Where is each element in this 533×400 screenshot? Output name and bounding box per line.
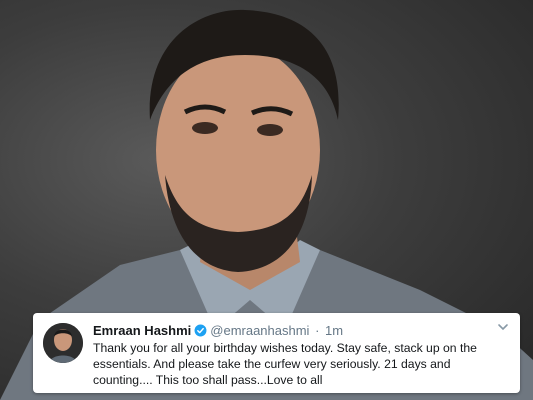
tweet-text: Thank you for all your birthday wishes t… [93, 341, 477, 387]
chevron-down-icon[interactable] [496, 321, 510, 335]
verified-badge-icon [194, 324, 207, 337]
tweet-header: Emraan Hashmi @emraanhashmi · 1m [93, 322, 513, 340]
avatar[interactable] [43, 323, 83, 363]
display-name[interactable]: Emraan Hashmi [93, 323, 191, 338]
tweet-card[interactable]: Emraan Hashmi @emraanhashmi · 1m Thank y… [33, 313, 520, 393]
handle[interactable]: @emraanhashmi [210, 323, 309, 338]
separator: · [315, 323, 320, 338]
timestamp[interactable]: 1m [325, 323, 343, 338]
